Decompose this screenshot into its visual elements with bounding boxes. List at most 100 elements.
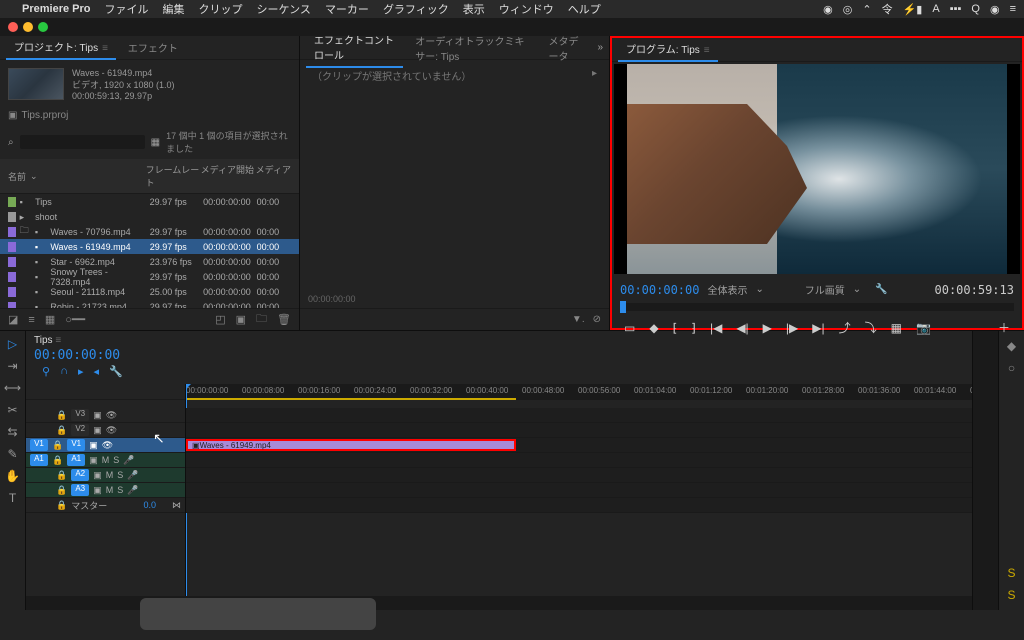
timeline-clip[interactable]: ▣ Waves - 61949.mp4 xyxy=(186,439,516,451)
menu-help[interactable]: ヘルプ xyxy=(568,1,601,17)
menu-clip[interactable]: クリップ xyxy=(198,1,242,17)
battery-icon[interactable]: ⚡▮ xyxy=(903,3,923,16)
extract-icon[interactable]: ⤵ xyxy=(865,319,877,336)
dropdown-icon[interactable]: ⌄ xyxy=(755,284,763,295)
traffic-lights[interactable] xyxy=(0,19,56,35)
track-v2[interactable]: 🔒V2▣👁 xyxy=(26,423,185,438)
go-in-icon[interactable]: |◀ xyxy=(710,321,722,335)
play-icon[interactable]: ▶ xyxy=(763,321,772,335)
clip-thumbnail[interactable] xyxy=(8,68,64,100)
go-out-icon[interactable]: ▶| xyxy=(812,321,824,335)
link-icon[interactable]: ∩ xyxy=(60,365,68,378)
program-scrubber[interactable] xyxy=(620,303,1014,311)
bin-row[interactable]: ▪Waves - 61949.mp429.97 fps00:00:00:0000… xyxy=(0,239,299,254)
menu-view[interactable]: 表示 xyxy=(463,1,485,17)
panel-menu-icon[interactable]: » xyxy=(597,42,603,53)
pen-tool-icon[interactable]: ✎ xyxy=(7,447,17,461)
track-select-tool-icon[interactable]: ⇥ xyxy=(7,359,17,373)
new-item-icon[interactable]: ◰ xyxy=(215,313,225,326)
search-icon[interactable]: Q xyxy=(971,3,980,15)
ruler-tick: 00:00:32:00 xyxy=(410,386,452,395)
tab-project[interactable]: プロジェクト: Tips≡ xyxy=(6,35,116,60)
bin-tool-icon[interactable]: ◪ xyxy=(8,313,18,326)
insert-icon[interactable]: ◂ xyxy=(94,365,100,378)
sort-icon[interactable]: ⌄ xyxy=(30,171,38,182)
menu-file[interactable]: ファイル xyxy=(104,1,148,17)
notif-icon[interactable]: ≡ xyxy=(1010,3,1016,15)
program-timecode-left[interactable]: 00:00:00:00 xyxy=(620,283,699,297)
new-folder-icon[interactable]: 🗀 xyxy=(256,310,267,329)
razor-tool-icon[interactable]: ✂ xyxy=(7,403,17,417)
track-master[interactable]: 🔒マスター0.0⋈ xyxy=(26,498,185,513)
selection-tool-icon[interactable]: ▷ xyxy=(8,337,17,351)
zoom-fit[interactable]: 全体表示 xyxy=(707,282,747,297)
dropdown-icon[interactable]: ⌄ xyxy=(853,284,861,295)
menu-marker[interactable]: マーカー xyxy=(325,1,369,17)
track-a3[interactable]: 🔒A3▣MS🎤 xyxy=(26,483,185,498)
hand-tool-icon[interactable]: ✋ xyxy=(5,469,20,483)
wifi-icon[interactable]: 令 xyxy=(882,1,893,17)
bin-row[interactable]: ▪Robin - 21723.mp429.97 fps00:00:00:0000… xyxy=(0,299,299,308)
marker-icon[interactable]: ▸ xyxy=(78,365,84,378)
trash-icon[interactable]: 🗑 xyxy=(277,313,291,326)
step-back-icon[interactable]: ◀| xyxy=(736,321,748,335)
program-monitor[interactable] xyxy=(614,64,1020,274)
filter-icon[interactable]: ▼. xyxy=(572,314,585,325)
button-editor-icon[interactable]: ＋ xyxy=(998,319,1010,336)
search-input[interactable] xyxy=(20,135,145,149)
export-frame-icon[interactable]: ▦ xyxy=(891,321,902,335)
bin-tool-slider[interactable]: ○━━ xyxy=(65,313,85,326)
bin-row[interactable]: ▪Seoul - 21118.mp425.00 fps00:00:00:0000… xyxy=(0,284,299,299)
bin-tool-icon[interactable]: ▦ xyxy=(45,313,55,326)
expand-icon[interactable]: ▸ xyxy=(592,68,597,79)
clip-name: Waves - 61949.mp4 xyxy=(72,68,175,80)
track-a2[interactable]: 🔒A2▣MS🎤 xyxy=(26,468,185,483)
bin-list[interactable]: ▪Tips29.97 fps00:00:00:0000:00▸ 🗀shoot▪W… xyxy=(0,194,299,308)
type-tool-icon[interactable]: T xyxy=(9,491,16,505)
timeline-scrollbar[interactable] xyxy=(26,596,972,610)
ripple-tool-icon[interactable]: ⟷ xyxy=(4,381,21,395)
new-bin-icon[interactable]: ▣ xyxy=(236,313,246,326)
menu-sequence[interactable]: シーケンス xyxy=(256,1,310,17)
track-v3[interactable]: 🔒V3▣👁 xyxy=(26,408,185,423)
track-v1[interactable]: V1🔒V1▣👁 xyxy=(26,438,185,453)
bin-row[interactable]: ▪Waves - 70796.mp429.97 fps00:00:00:0000… xyxy=(0,224,299,239)
menu-edit[interactable]: 編集 xyxy=(162,1,184,17)
snap-icon[interactable]: ⚲ xyxy=(42,365,50,378)
out-point-icon[interactable]: ⁆ xyxy=(691,321,696,335)
camera-icon[interactable]: 📷 xyxy=(916,321,931,335)
slip-tool-icon[interactable]: ⇆ xyxy=(7,425,17,439)
step-fwd-icon[interactable]: |▶ xyxy=(786,321,798,335)
wifi-icon[interactable]: ⌃ xyxy=(862,3,871,16)
bin-tool-icon[interactable]: ≡ xyxy=(28,314,34,326)
bypass-icon[interactable]: ⊘ xyxy=(593,314,601,325)
timeline-tracks[interactable]: 00:00:00:0000:00:08:0000:00:16:0000:00:2… xyxy=(186,384,972,596)
bin-row[interactable]: ▪Tips29.97 fps00:00:00:0000:00 xyxy=(0,194,299,209)
circle-tool-icon[interactable]: ○ xyxy=(1008,361,1015,375)
marker-in-icon[interactable]: ▭ xyxy=(624,321,635,335)
in-point-icon[interactable]: ⁅ xyxy=(673,321,678,335)
wrench-icon[interactable]: 🔧 xyxy=(109,365,123,378)
lift-icon[interactable]: ⤴ xyxy=(839,319,851,336)
ruler-tick: 00:00:48:00 xyxy=(522,386,564,395)
user-icon[interactable]: ▪▪▪ xyxy=(950,3,962,15)
tab-program[interactable]: プログラム: Tips≡ xyxy=(618,37,718,62)
app-name[interactable]: Premiere Pro xyxy=(22,3,90,15)
status-icon[interactable]: ◎ xyxy=(843,3,853,16)
sequence-tab[interactable]: Tips xyxy=(34,335,53,346)
bin-row[interactable]: ▪Snowy Trees - 7328.mp429.97 fps00:00:00… xyxy=(0,269,299,284)
filter-icon[interactable]: ▦ xyxy=(151,137,160,148)
tab-effects[interactable]: エフェクト xyxy=(120,36,186,59)
settings-icon[interactable]: 🔧 xyxy=(875,284,887,295)
quality-select[interactable]: フル画質 xyxy=(805,282,845,297)
timeline-timecode[interactable]: 00:00:00:00 xyxy=(34,348,964,363)
menu-window[interactable]: ウィンドウ xyxy=(499,1,554,17)
marker-icon[interactable]: ◆ xyxy=(649,321,658,335)
menu-graphic[interactable]: グラフィック xyxy=(383,1,449,17)
time-ruler[interactable]: 00:00:00:0000:00:08:0000:00:16:0000:00:2… xyxy=(186,384,972,400)
input-icon[interactable]: A xyxy=(932,3,939,15)
siri-icon[interactable]: ◉ xyxy=(990,3,1000,16)
track-a1[interactable]: A1🔒A1▣MS🎤 xyxy=(26,453,185,468)
bin-row[interactable]: ▸ 🗀shoot xyxy=(0,209,299,224)
status-icon[interactable]: ◉ xyxy=(823,3,833,16)
